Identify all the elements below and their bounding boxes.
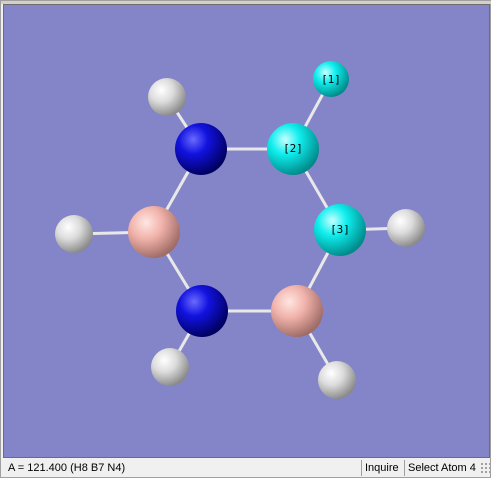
hydrogen-atom-top-left[interactable] xyxy=(148,78,186,116)
hydrogen-atom-left[interactable] xyxy=(55,215,93,253)
molecule-viewer-window: [1] [2] [3] A = 121.400 (H8 B7 N4) Inqui… xyxy=(0,0,491,478)
hydrogen-atom-bottom-right[interactable] xyxy=(318,361,356,399)
atom-label-2: [2] xyxy=(283,142,303,155)
action-prompt: Select Atom 4 xyxy=(404,460,480,476)
status-bar: A = 121.400 (H8 B7 N4) Inquire Select At… xyxy=(3,459,490,477)
boron-atom-bottom[interactable] xyxy=(271,285,323,337)
molecule-viewport[interactable]: [1] [2] [3] xyxy=(3,4,490,458)
boron-atom-left[interactable] xyxy=(128,206,180,258)
atom-label-3: [3] xyxy=(330,223,350,236)
measurement-readout: A = 121.400 (H8 B7 N4) xyxy=(8,462,126,474)
hydrogen-atom-bottom-left[interactable] xyxy=(151,348,189,386)
mode-indicator: Inquire xyxy=(361,460,403,476)
resize-grip-icon[interactable] xyxy=(480,462,490,474)
molecule-canvas[interactable]: [1] [2] [3] xyxy=(4,5,490,458)
hydrogen-atom-right[interactable] xyxy=(387,209,425,247)
nitrogen-atom-top[interactable] xyxy=(175,123,227,175)
nitrogen-atom-bottom[interactable] xyxy=(176,285,228,337)
atom-label-1: [1] xyxy=(321,73,341,86)
